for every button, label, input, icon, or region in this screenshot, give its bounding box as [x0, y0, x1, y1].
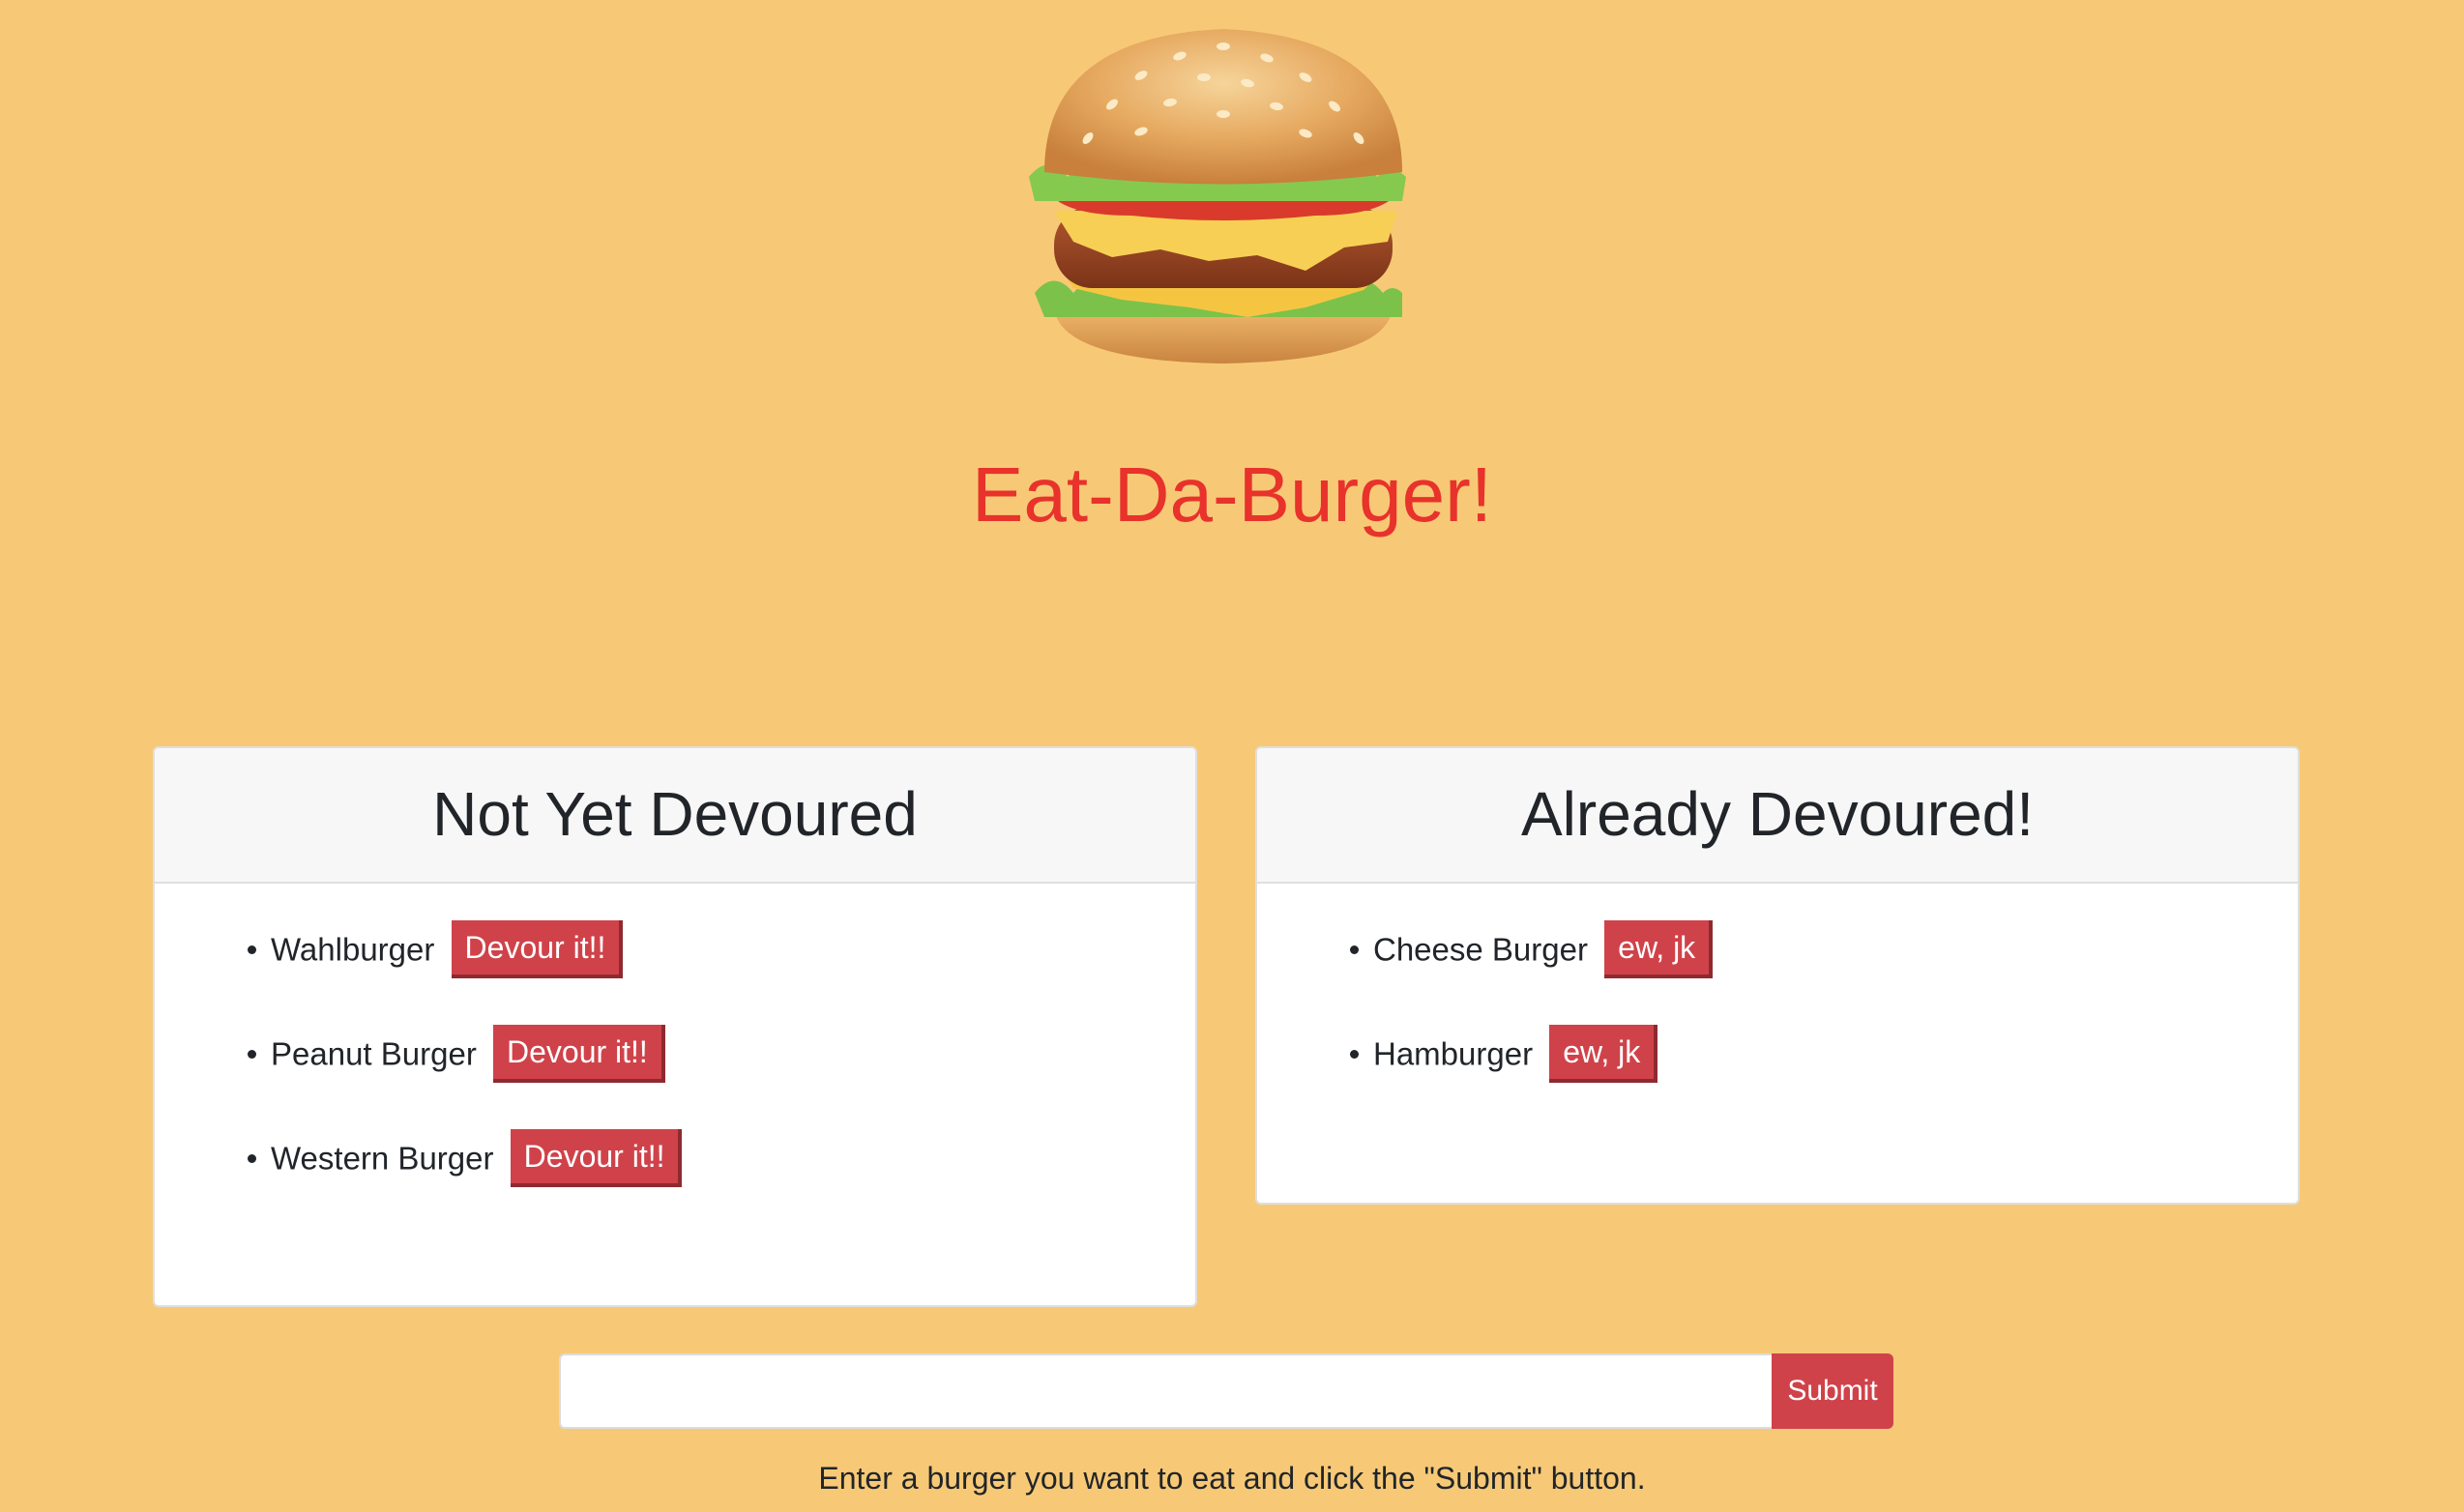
devoured-heading: Already Devoured!: [1257, 748, 2298, 884]
burger-input[interactable]: [559, 1353, 1772, 1429]
devour-button[interactable]: Devour it!!: [510, 1129, 683, 1188]
burger-name: Western Burger: [271, 1140, 494, 1177]
devour-button[interactable]: Devour it!!: [492, 1025, 665, 1084]
list-item: Cheese Burger ew, jk: [1373, 918, 2298, 979]
not-devoured-card: Not Yet Devoured Wahlburger Devour it!! …: [153, 746, 1197, 1307]
add-burger-form: Submit: [559, 1353, 1893, 1429]
help-text: Enter a burger you want to eat and click…: [818, 1461, 1646, 1496]
devoured-body: Cheese Burger ew, jk Hamburger ew, jk: [1257, 884, 2298, 1084]
devour-button[interactable]: Devour it!!: [451, 920, 624, 979]
devoured-list: Cheese Burger ew, jk Hamburger ew, jk: [1257, 918, 2298, 1084]
not-devoured-body: Wahlburger Devour it!! Peanut Burger Dev…: [155, 884, 1195, 1188]
list-item: Peanut Burger Devour it!!: [271, 1023, 1195, 1084]
hamburger-icon: [1029, 29, 1406, 363]
list-item: Hamburger ew, jk: [1373, 1023, 2298, 1084]
burger-name: Wahlburger: [271, 931, 435, 968]
not-devoured-list: Wahlburger Devour it!! Peanut Burger Dev…: [155, 918, 1195, 1188]
page-title: Eat-Da-Burger!: [972, 451, 1492, 538]
burger-name: Peanut Burger: [271, 1035, 477, 1072]
devoured-card: Already Devoured! Cheese Burger ew, jk H…: [1255, 746, 2300, 1205]
submit-button[interactable]: Submit: [1772, 1353, 1893, 1429]
burger-name: Hamburger: [1373, 1035, 1534, 1072]
undo-devour-button[interactable]: ew, jk: [1604, 920, 1714, 979]
burger-name: Cheese Burger: [1373, 931, 1588, 968]
list-item: Wahlburger Devour it!!: [271, 918, 1195, 979]
undo-devour-button[interactable]: ew, jk: [1549, 1025, 1658, 1084]
list-item: Western Burger Devour it!!: [271, 1127, 1195, 1188]
not-devoured-heading: Not Yet Devoured: [155, 748, 1195, 884]
